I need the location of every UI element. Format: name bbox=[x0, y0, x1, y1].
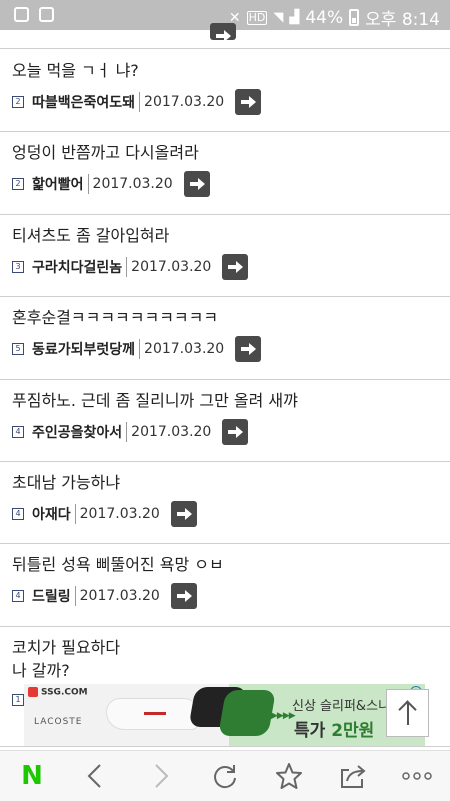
ad-price: 특가 2만원 bbox=[294, 716, 374, 741]
post-title[interactable]: 뒤틀린 성욕 삐뚤어진 욕망 ㅇㅂ bbox=[12, 553, 224, 576]
post-meta: 2 핥어빨어 2017.03.20 bbox=[12, 171, 210, 197]
post-item[interactable]: 초대남 가능하냐 4 아재다 2017.03.20 bbox=[0, 461, 450, 544]
forward-icon bbox=[155, 764, 169, 788]
post-title[interactable]: 티셔츠도 좀 갈아입혀라 bbox=[12, 224, 169, 247]
post-item[interactable]: 푸짐하노. 근데 좀 질리니까 그만 올려 새꺄 4 주인공을찾아서 2017.03.… bbox=[0, 379, 450, 462]
post-date: 2017.03.20 bbox=[144, 341, 225, 357]
bookmark-button[interactable] bbox=[261, 751, 317, 801]
go-arrow-icon[interactable] bbox=[210, 23, 236, 42]
message-notification-icon bbox=[14, 7, 29, 22]
go-arrow-icon[interactable] bbox=[235, 89, 262, 115]
clock: 오후 8:14 bbox=[365, 10, 440, 30]
post-author[interactable]: 따블백은죽여도돼 bbox=[32, 92, 141, 112]
ad-ssg-logo: SSG.COM bbox=[28, 687, 88, 698]
post-author[interactable]: 핥어빨어 bbox=[32, 174, 89, 194]
refresh-icon bbox=[214, 765, 236, 789]
wifi-icon: ◥ bbox=[273, 10, 284, 25]
post-item[interactable]: 티셔츠도 좀 갈아입혀라 3 구라치다걸린놈 2017.03.20 bbox=[0, 214, 450, 297]
comment-count-badge: 4 bbox=[12, 508, 24, 520]
post-meta: 4 아재다 2017.03.20 bbox=[12, 501, 197, 527]
post-meta: 3 구라치다걸린놈 2017.03.20 bbox=[12, 254, 249, 280]
post-meta: 4 드릴링 2017.03.20 bbox=[12, 583, 197, 609]
post-author[interactable]: 아재다 bbox=[32, 504, 76, 524]
star-icon bbox=[276, 763, 302, 789]
browser-toolbar: N bbox=[0, 750, 450, 801]
battery-percentage: 44% bbox=[305, 7, 344, 28]
more-icon bbox=[402, 772, 432, 780]
comment-count-badge: 1 bbox=[12, 694, 24, 706]
post-title[interactable]: 초대남 가능하냐 bbox=[12, 471, 120, 494]
post-title[interactable]: 엉덩이 반쯤까고 다시올려라 bbox=[12, 141, 199, 164]
ad-price-prefix: 특가 bbox=[294, 721, 332, 741]
post-date: 2017.03.20 bbox=[131, 259, 212, 275]
post-date: 2017.03.20 bbox=[131, 424, 212, 440]
green-slipper-image bbox=[217, 690, 277, 736]
comment-count-badge: 4 bbox=[12, 426, 24, 438]
post-date: 2017.03.20 bbox=[79, 588, 160, 604]
forward-button[interactable] bbox=[133, 751, 189, 801]
back-icon bbox=[87, 764, 101, 788]
refresh-button[interactable] bbox=[197, 751, 253, 801]
ssg-label: SSG.COM bbox=[41, 687, 88, 698]
post-item[interactable]: 뒤틀린 성욕 삐뚤어진 욕망 ㅇㅂ 4 드릴링 2017.03.20 bbox=[0, 543, 450, 627]
naver-logo-icon: N bbox=[21, 761, 43, 791]
post-item[interactable]: 엉덩이 반쯤까고 다시올려라 2 핥어빨어 2017.03.20 bbox=[0, 131, 450, 215]
scroll-to-top-button[interactable] bbox=[386, 689, 429, 737]
ad-headline: 신상 슬리퍼&스니 bbox=[292, 699, 390, 714]
post-date: 2017.03.20 bbox=[92, 176, 173, 192]
go-arrow-icon[interactable] bbox=[222, 254, 249, 280]
signal-icon: ▟ bbox=[289, 10, 300, 25]
comment-count-badge: 4 bbox=[12, 590, 24, 602]
post-title[interactable]: 오늘 먹을 ㄱㅓ 냐? bbox=[12, 59, 139, 82]
post-author[interactable]: 드릴링 bbox=[32, 586, 76, 606]
post-meta: 4 주인공을찾아서 2017.03.20 bbox=[12, 419, 249, 445]
go-arrow-icon[interactable] bbox=[183, 171, 210, 197]
post-author[interactable]: 동료가되부럿당께 bbox=[32, 339, 141, 359]
ad-brand: LACOSTE bbox=[34, 717, 83, 727]
go-arrow-icon[interactable] bbox=[170, 501, 197, 527]
post-date: 2017.03.20 bbox=[79, 506, 160, 522]
post-item[interactable]: 혼후순결ㅋㅋㅋㅋㅋㅋㅋㅋㅋㅋ 5 동료가되부럿당께 2017.03.20 bbox=[0, 296, 450, 380]
go-arrow-icon[interactable] bbox=[170, 583, 197, 609]
go-arrow-icon[interactable] bbox=[222, 419, 249, 445]
comment-count-badge: 5 bbox=[12, 343, 24, 355]
sneaker-stripe bbox=[144, 712, 166, 715]
naver-home-button[interactable]: N bbox=[4, 751, 60, 801]
share-icon bbox=[341, 765, 366, 788]
more-menu-button[interactable] bbox=[389, 751, 445, 801]
comment-count-badge: 3 bbox=[12, 261, 24, 273]
post-list bbox=[0, 23, 450, 49]
image-notification-icon bbox=[39, 7, 54, 22]
post-item[interactable]: 코치가 필요하다 나 갈까? bbox=[0, 626, 450, 686]
ad-price-highlight: 2만원 bbox=[331, 721, 375, 741]
post-author[interactable]: 구라치다걸린놈 bbox=[32, 257, 128, 277]
post-title[interactable]: 혼후순결ㅋㅋㅋㅋㅋㅋㅋㅋㅋㅋ bbox=[12, 306, 218, 329]
ad-banner[interactable]: SSG.COM LACOSTE ▶▶▶▶ 신상 슬리퍼&스니 특가 2만원 i bbox=[24, 684, 425, 746]
previous-post-stub bbox=[0, 23, 450, 49]
comment-count-badge: 2 bbox=[12, 178, 24, 190]
post-title[interactable]: 코치가 필요하다 나 갈까? bbox=[12, 636, 120, 682]
ssg-icon bbox=[28, 687, 38, 697]
comment-count-badge: 2 bbox=[12, 96, 24, 108]
post-title[interactable]: 푸짐하노. 근데 좀 질리니까 그만 올려 새꺄 bbox=[12, 389, 298, 412]
post-author[interactable]: 주인공을찾아서 bbox=[32, 422, 128, 442]
post-meta: 5 동료가되부럿당께 2017.03.20 bbox=[12, 336, 262, 362]
battery-icon bbox=[349, 9, 360, 26]
back-button[interactable] bbox=[67, 751, 123, 801]
share-button[interactable] bbox=[325, 751, 381, 801]
post-meta: 2 따블백은죽여도돼 2017.03.20 bbox=[12, 89, 262, 115]
hd-indicator: HD bbox=[246, 10, 268, 25]
post-item[interactable]: 오늘 먹을 ㄱㅓ 냐? 2 따블백은죽여도돼 2017.03.20 bbox=[0, 49, 450, 132]
post-date: 2017.03.20 bbox=[144, 94, 225, 110]
go-arrow-icon[interactable] bbox=[235, 336, 262, 362]
